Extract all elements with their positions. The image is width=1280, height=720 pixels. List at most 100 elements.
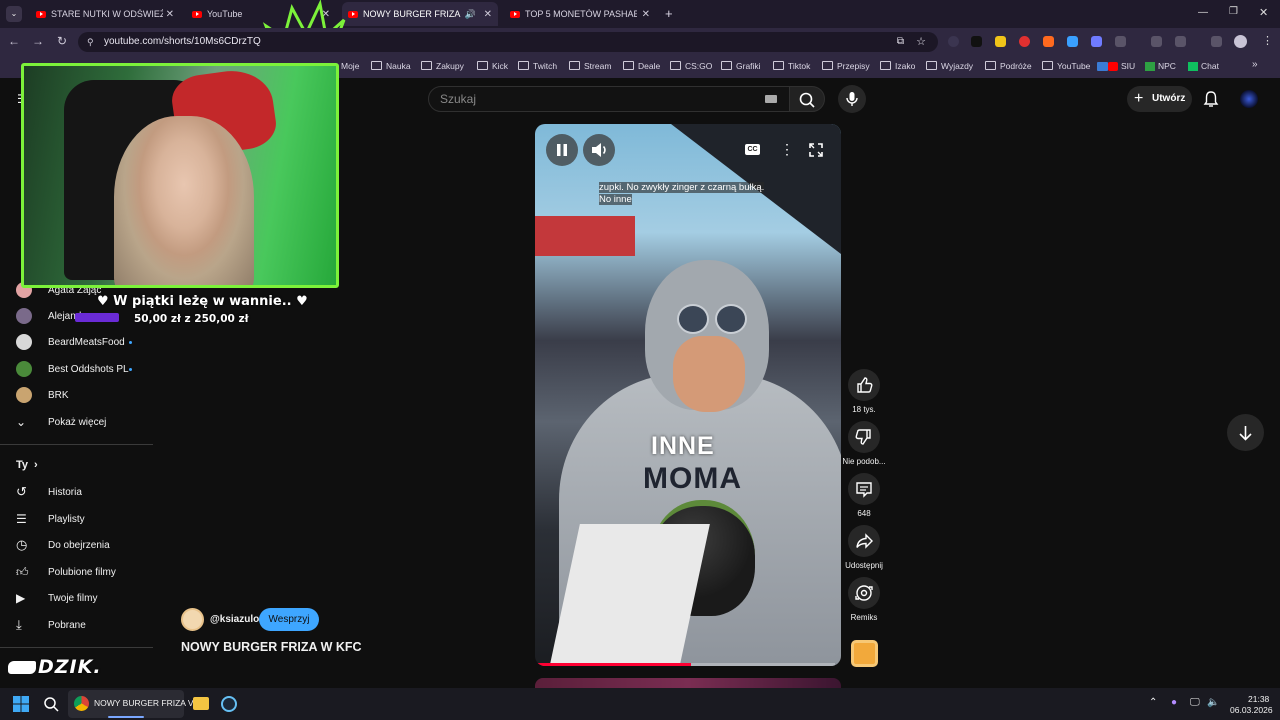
sidebar-you-header[interactable]: Ty › (16, 455, 38, 475)
bookmark-youtube[interactable]: YouTube (1042, 61, 1090, 71)
extension-icon[interactable] (1019, 36, 1030, 47)
bookmark-npc[interactable]: NPC (1158, 61, 1176, 71)
passwords-icon[interactable] (1151, 36, 1162, 47)
reading-list-icon[interactable] (1211, 36, 1222, 47)
extension-icon[interactable] (995, 36, 1006, 47)
browser-menu-icon[interactable]: ⋮ (1262, 34, 1273, 47)
bookmark-siu[interactable]: SIU (1121, 61, 1135, 71)
chat-icon[interactable] (1188, 62, 1198, 71)
sound-source-avatar[interactable] (851, 640, 878, 667)
volume-button[interactable] (583, 134, 615, 166)
bookmark-csgo[interactable]: CS:GO (670, 61, 712, 71)
taskbar-chrome-app[interactable]: NOWY BURGER FRIZA V (68, 690, 194, 718)
bookmark-deale[interactable]: Deale (623, 61, 660, 71)
sidebar-item-twoje-filmy[interactable]: ▶ Twoje filmy (16, 588, 97, 608)
share-button[interactable] (848, 525, 880, 557)
back-icon[interactable]: ← (8, 34, 20, 48)
captions-cc-icon[interactable]: CC (745, 144, 760, 155)
siu-icon[interactable] (1108, 62, 1118, 71)
sidebar-item-playlisty[interactable]: ☰ Playlisty (16, 509, 85, 529)
steam-icon[interactable] (221, 696, 237, 712)
bookmark-tiktok[interactable]: Tiktok (773, 61, 810, 71)
url-input[interactable]: ⚲ youtube.com/shorts/10Ms6CDrzTQ ⧉ ☆ (78, 32, 938, 52)
user-avatar[interactable] (1240, 90, 1258, 108)
bookmark-twitch[interactable]: Twitch (518, 61, 557, 71)
remix-button[interactable] (848, 577, 880, 609)
extension-icon[interactable] (948, 36, 959, 47)
tray-expand-icon[interactable]: ⌃ (1149, 697, 1157, 708)
forward-icon[interactable]: → (32, 34, 44, 48)
profile-avatar[interactable] (1234, 35, 1247, 48)
clock-date[interactable]: 06.03.2026 (1230, 705, 1273, 715)
extension-icon[interactable] (1067, 36, 1078, 47)
npc-icon[interactable] (1145, 62, 1155, 71)
channel-handle[interactable]: @ksiazulo (210, 614, 259, 625)
extensions-puzzle-icon[interactable] (1115, 36, 1126, 47)
search-button[interactable] (789, 86, 825, 112)
bookmark-stream[interactable]: Stream (569, 61, 611, 71)
sidebar-channel-alejand[interactable]: Alejand... (16, 306, 90, 326)
more-bookmarks-icon[interactable]: » (1252, 59, 1258, 70)
sidebar-item-historia[interactable]: ↺ Historia (16, 482, 82, 502)
voice-search-button[interactable] (838, 85, 866, 113)
sidebar-show-more[interactable]: ⌄ Pokaż więcej (16, 412, 106, 432)
tab-top5-monetow[interactable]: TOP 5 MONETÓW PASHABICEP ✕ (504, 2, 656, 26)
sidebar-channel-beardmeatsfood[interactable]: BeardMeatsFood (16, 332, 132, 352)
tray-microphone-icon[interactable]: ● (1171, 697, 1177, 708)
bookmark-star-icon[interactable]: ☆ (916, 32, 926, 52)
bookmark-grafiki[interactable]: Grafiki (721, 61, 761, 71)
dislike-button[interactable] (848, 421, 880, 453)
pause-button[interactable] (546, 134, 578, 166)
tab-search-button[interactable]: ⌄ (6, 6, 22, 22)
bookmark-wyjazdy[interactable]: Wyjazdy (926, 61, 973, 71)
next-short-preview[interactable] (535, 678, 841, 688)
keyboard-icon[interactable] (765, 95, 777, 103)
audio-playing-icon[interactable]: 🔊 (465, 9, 476, 20)
bookmark-kick[interactable]: Kick (477, 61, 508, 71)
sidebar-item-polubione[interactable]: 👍︎ Polubione filmy (16, 562, 116, 582)
bookmark-moje[interactable]: Moje (341, 61, 359, 71)
extension-icon[interactable] (1043, 36, 1054, 47)
sidebar-channel-brk[interactable]: BRK (16, 385, 69, 405)
support-button[interactable]: Wesprzyj (259, 608, 319, 631)
bookmarks-icon[interactable] (1175, 36, 1186, 47)
close-tab-icon[interactable]: ✕ (166, 9, 174, 20)
notifications-bell-icon[interactable] (1202, 90, 1220, 108)
create-button[interactable]: + Utwórz (1127, 86, 1192, 112)
bookmark-nauka[interactable]: Nauka (371, 61, 411, 71)
close-window-button[interactable]: ✕ (1259, 6, 1268, 19)
fullscreen-icon[interactable] (808, 142, 824, 158)
restore-button[interactable]: ❐ (1229, 6, 1238, 17)
extension-icon[interactable] (1091, 36, 1102, 47)
minimize-button[interactable]: — (1198, 7, 1208, 18)
tab-stare-nutki[interactable]: STARE NUTKI W ODŚWIEŻENIU ✕ (30, 2, 180, 26)
windows-start-icon[interactable] (13, 696, 29, 712)
channel-avatar[interactable] (181, 608, 204, 631)
sidebar-item-do-obejrzenia[interactable]: ◷ Do obejrzenia (16, 535, 110, 555)
file-explorer-icon[interactable] (193, 697, 209, 710)
bookmark-przepisy[interactable]: Przepisy (822, 61, 870, 71)
reload-icon[interactable]: ↻ (57, 34, 67, 48)
bookmark-chat[interactable]: Chat (1201, 61, 1219, 71)
sidebar-item-pobrane[interactable]: ⤓ Pobrane (16, 615, 86, 635)
tab-nowy-burger[interactable]: NOWY BURGER FRIZA W KFC 🔊 ✕ (342, 2, 498, 26)
more-options-icon[interactable]: ⋮ (780, 141, 794, 158)
clock-time[interactable]: 21:38 (1248, 694, 1269, 704)
extension-icon[interactable] (971, 36, 982, 47)
video-progress-track[interactable] (535, 663, 835, 666)
close-tab-icon[interactable]: ✕ (484, 9, 492, 20)
bookmark-izako[interactable]: Izako (880, 61, 915, 71)
bookmark-podroze[interactable]: Podróże (985, 61, 1032, 71)
close-tab-icon[interactable]: ✕ (642, 9, 650, 20)
bookmark-zakupy[interactable]: Zakupy (421, 61, 464, 71)
tray-volume-icon[interactable]: 🔈 (1207, 697, 1219, 708)
site-info-icon[interactable]: ⚲ (87, 32, 94, 52)
comments-button[interactable] (848, 473, 880, 505)
shorts-video-player[interactable]: INNE MOMA zupki. No zwykły zinger z czar… (535, 124, 841, 666)
gif-icon[interactable] (1097, 62, 1108, 71)
sidebar-channel-best-oddshots[interactable]: Best Oddshots PL (16, 359, 132, 379)
next-video-button[interactable] (1227, 414, 1264, 451)
search-input[interactable]: Szukaj (428, 86, 790, 112)
like-button[interactable] (848, 369, 880, 401)
tray-network-icon[interactable]: 🖵 (1190, 697, 1200, 708)
